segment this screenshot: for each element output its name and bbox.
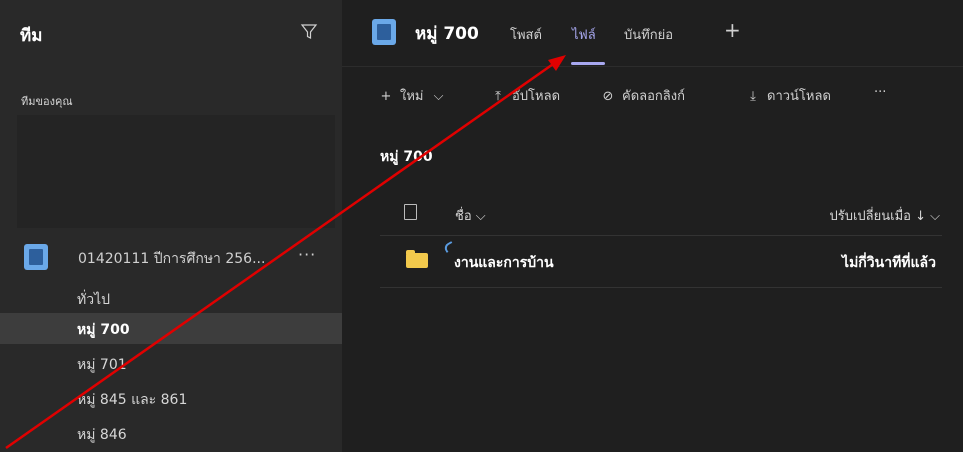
channel-label: หมู่ 845 และ 861 bbox=[77, 392, 188, 408]
channel-team-icon bbox=[372, 19, 396, 45]
chevron-down-icon: ⌵ bbox=[433, 89, 444, 104]
teams-placeholder-box bbox=[17, 115, 335, 228]
channel-label: หมู่ 700 bbox=[77, 322, 130, 338]
team-name: 01420111 ปีการศึกษา 256... bbox=[78, 251, 266, 267]
file-type-icon bbox=[404, 204, 417, 220]
upload-icon: ⤒ bbox=[495, 89, 501, 104]
tab-notes[interactable]: บันทึกย่อ bbox=[624, 24, 673, 45]
channel-846[interactable]: หมู่ 846 bbox=[0, 418, 342, 449]
your-teams-label: ทีมของคุณ bbox=[21, 95, 73, 108]
name-column-header[interactable]: ชื่อ ⌵ bbox=[455, 205, 486, 226]
tab-posts[interactable]: โพสต์ bbox=[510, 24, 542, 45]
file-list-header: ชื่อ ⌵ ปรับเปลี่ยนเมื่อ ↓ ⌵ bbox=[380, 198, 942, 236]
new-label: ใหม่ bbox=[400, 89, 424, 104]
channel-700[interactable]: หมู่ 700 bbox=[0, 313, 342, 344]
team-more-options-icon[interactable]: ··· bbox=[298, 245, 316, 264]
name-column-label: ชื่อ bbox=[455, 209, 472, 224]
sidebar-title: ทีม bbox=[20, 26, 43, 46]
copy-link-button[interactable]: ⊘ คัดลอกลิงก์ bbox=[600, 85, 685, 106]
tab-files[interactable]: ไฟล์ bbox=[572, 24, 596, 45]
copy-link-label: คัดลอกลิงก์ bbox=[622, 89, 685, 104]
channel-label: หมู่ 701 bbox=[77, 357, 127, 373]
filter-icon[interactable] bbox=[300, 23, 318, 41]
upload-button[interactable]: ⤒ อัปโหลด bbox=[490, 85, 560, 106]
new-button[interactable]: + ใหม่ ⌵ bbox=[378, 85, 444, 106]
file-row[interactable]: งานและการบ้าน ไม่กี่วินาทีที่แล้ว bbox=[380, 236, 942, 288]
chevron-down-icon: ⌵ bbox=[475, 209, 486, 224]
modified-column-header[interactable]: ปรับเปลี่ยนเมื่อ ↓ ⌵ bbox=[829, 205, 940, 226]
sort-down-icon: ↓ ⌵ bbox=[915, 209, 940, 224]
plus-icon: + bbox=[380, 89, 392, 104]
channel-general[interactable]: ทั่วไป bbox=[0, 283, 342, 314]
channel-701[interactable]: หมู่ 701 bbox=[0, 348, 342, 379]
active-tab-indicator bbox=[571, 62, 605, 65]
channel-label: ทั่วไป bbox=[77, 292, 111, 308]
team-item[interactable]: 01420111 ปีการศึกษา 256... ··· bbox=[0, 241, 342, 277]
file-modified: ไม่กี่วินาทีที่แล้ว bbox=[842, 255, 936, 271]
channel-header: หมู่ 700 โพสต์ ไฟล์ บันทึกย่อ + bbox=[342, 0, 963, 66]
folder-icon bbox=[406, 250, 428, 268]
download-icon: ⤓ bbox=[750, 89, 756, 104]
more-options-button[interactable]: ··· bbox=[874, 85, 886, 100]
download-button[interactable]: ⤓ ดาวน์โหลด bbox=[745, 85, 831, 106]
files-toolbar: + ใหม่ ⌵ ⤒ อัปโหลด ⊘ คัดลอกลิงก์ ⤓ ดาวน์โหลด… bbox=[342, 66, 963, 119]
files-content: หมู่ 700 ชื่อ ⌵ ปรับเปลี่ยนเมื่อ ↓ ⌵ งาน… bbox=[342, 119, 963, 452]
upload-label: อัปโหลด bbox=[512, 89, 561, 104]
sidebar-header: ทีม bbox=[0, 0, 342, 66]
link-icon: ⊘ bbox=[602, 89, 614, 104]
channel-title: หมู่ 700 bbox=[415, 24, 479, 44]
channel-label: หมู่ 846 bbox=[77, 427, 127, 443]
file-name[interactable]: งานและการบ้าน bbox=[454, 252, 554, 274]
modified-column-label: ปรับเปลี่ยนเมื่อ bbox=[829, 209, 911, 224]
download-label: ดาวน์โหลด bbox=[767, 89, 831, 104]
team-avatar-icon bbox=[24, 244, 48, 270]
breadcrumb[interactable]: หมู่ 700 bbox=[380, 146, 433, 168]
channel-845-861[interactable]: หมู่ 845 และ 861 bbox=[0, 383, 342, 414]
add-tab-button[interactable]: + bbox=[724, 18, 741, 42]
sidebar: ทีม ทีมของคุณ 01420111 ปีการศึกษา 256...… bbox=[0, 0, 342, 452]
